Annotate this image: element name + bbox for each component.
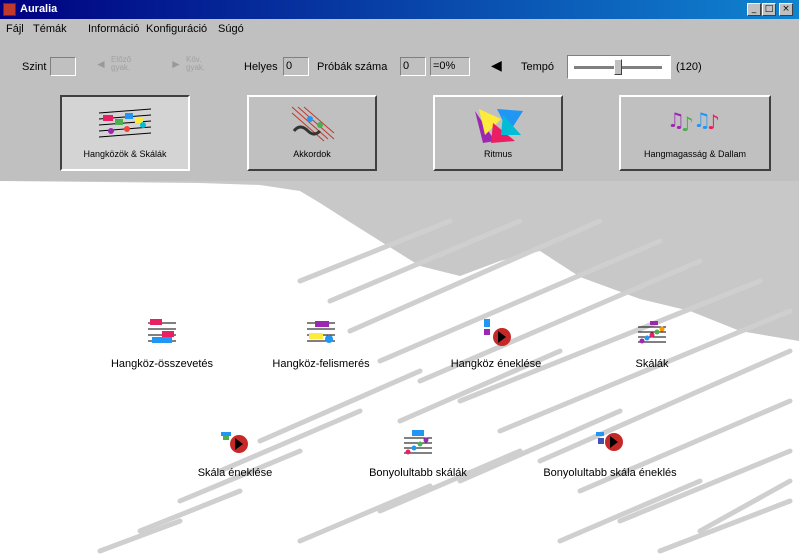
- mode-bar: Hangközök & Skálák Akkordok Ritmus ♫ ♪ ♫…: [0, 91, 799, 181]
- intervals-scales-icon: [98, 108, 152, 138]
- exercise-advanced-scale-singing-label: Bonyolultabb skála éneklés: [543, 467, 677, 479]
- toolbar: Szint ◄ Előző gyak. ► Köv. gyak. Helyes …: [0, 39, 799, 91]
- exercise-interval-compare-label: Hangköz-összevetés: [110, 358, 214, 370]
- speaker-icon[interactable]: ◀: [491, 57, 502, 74]
- mode-pitch-melody-label: Hangmagasság & Dallam: [643, 149, 747, 159]
- helyes-label: Helyes: [244, 61, 278, 73]
- menu-config[interactable]: Konfiguráció: [146, 23, 207, 35]
- mode-intervals-scales-button[interactable]: Hangközök & Skálák: [60, 95, 190, 171]
- exercise-interval-recognition-label: Hangköz-felismerés: [272, 358, 370, 370]
- mode-chords-label: Akkordok: [293, 149, 331, 159]
- interval-compare-icon: [148, 319, 176, 343]
- menu-bar: Fájl Témák Információ Konfiguráció Súgó: [0, 19, 799, 39]
- percent-field: =0%: [430, 57, 470, 76]
- szint-field: [50, 57, 76, 76]
- exercise-advanced-scale-singing[interactable]: Bonyolultabb skála éneklés: [525, 426, 695, 479]
- svg-text:♪: ♪: [681, 112, 694, 136]
- prev-exercise-button[interactable]: ◄ Előző gyak.: [95, 55, 150, 77]
- exercise-scales[interactable]: Skálák: [567, 317, 737, 370]
- minimize-icon[interactable]: _: [747, 3, 761, 16]
- exercise-interval-compare[interactable]: Hangköz-összevetés: [77, 317, 247, 370]
- scale-singing-icon: [221, 432, 248, 453]
- window-title: Auralia: [20, 3, 58, 15]
- exercise-scales-label: Skálák: [635, 358, 669, 370]
- mode-chords-button[interactable]: Akkordok: [247, 95, 377, 171]
- menu-info[interactable]: Információ: [88, 23, 139, 35]
- exercise-scale-singing[interactable]: Skála éneklése: [150, 426, 320, 479]
- exercise-interval-singing-label: Hangköz éneklése: [450, 358, 542, 370]
- next-exercise-label: Köv. gyak.: [186, 55, 206, 72]
- tempo-slider[interactable]: [567, 55, 671, 79]
- exercise-canvas: Hangköz-összevetés Hangköz-felismerés Ha…: [0, 181, 799, 556]
- arrow-right-icon: ►: [170, 57, 182, 71]
- app-icon[interactable]: [3, 3, 16, 16]
- probak-label: Próbák száma: [317, 61, 388, 73]
- mode-rhythm-button[interactable]: Ritmus: [433, 95, 563, 171]
- exercise-advanced-scales[interactable]: Bonyolultabb skálák: [333, 426, 503, 479]
- prev-exercise-label: Előző gyak.: [111, 55, 132, 72]
- chords-icon: [291, 106, 335, 142]
- exercise-scale-singing-label: Skála éneklése: [197, 467, 273, 479]
- helyes-field: 0: [283, 57, 309, 76]
- probak-field: 0: [400, 57, 426, 76]
- menu-topics[interactable]: Témák: [33, 23, 67, 35]
- szint-label: Szint: [22, 61, 47, 73]
- mode-pitch-melody-button[interactable]: ♫ ♪ ♫ ♪ Hangmagasság & Dallam: [619, 95, 771, 171]
- exercise-interval-singing[interactable]: Hangköz éneklése: [411, 317, 581, 370]
- title-bar: Auralia _ □ ×: [0, 0, 799, 19]
- exercise-interval-recognition[interactable]: Hangköz-felismerés: [236, 317, 406, 370]
- scales-icon: [638, 321, 666, 344]
- pitch-melody-icon: ♫ ♪ ♫ ♪: [667, 108, 720, 136]
- mode-rhythm-label: Ritmus: [483, 149, 512, 159]
- tempo-label: Tempó: [521, 61, 555, 73]
- slider-thumb[interactable]: [614, 59, 622, 75]
- tempo-value: (120): [676, 61, 702, 73]
- menu-help[interactable]: Súgó: [218, 23, 244, 35]
- advanced-scale-singing-icon: [596, 432, 623, 451]
- interval-recognition-icon: [307, 321, 335, 343]
- arrow-left-icon: ◄: [95, 57, 107, 71]
- menu-file[interactable]: Fájl: [6, 23, 24, 35]
- exercise-advanced-scales-label: Bonyolultabb skálák: [369, 467, 467, 479]
- mode-intervals-scales-label: Hangközök & Skálák: [83, 149, 167, 159]
- interval-singing-icon: [484, 319, 511, 346]
- close-icon[interactable]: ×: [779, 3, 793, 16]
- svg-text:♪: ♪: [707, 110, 720, 134]
- advanced-scales-icon: [404, 430, 432, 455]
- maximize-icon[interactable]: □: [762, 3, 776, 16]
- next-exercise-button[interactable]: ► Köv. gyak.: [170, 55, 225, 77]
- rhythm-icon: [475, 109, 523, 143]
